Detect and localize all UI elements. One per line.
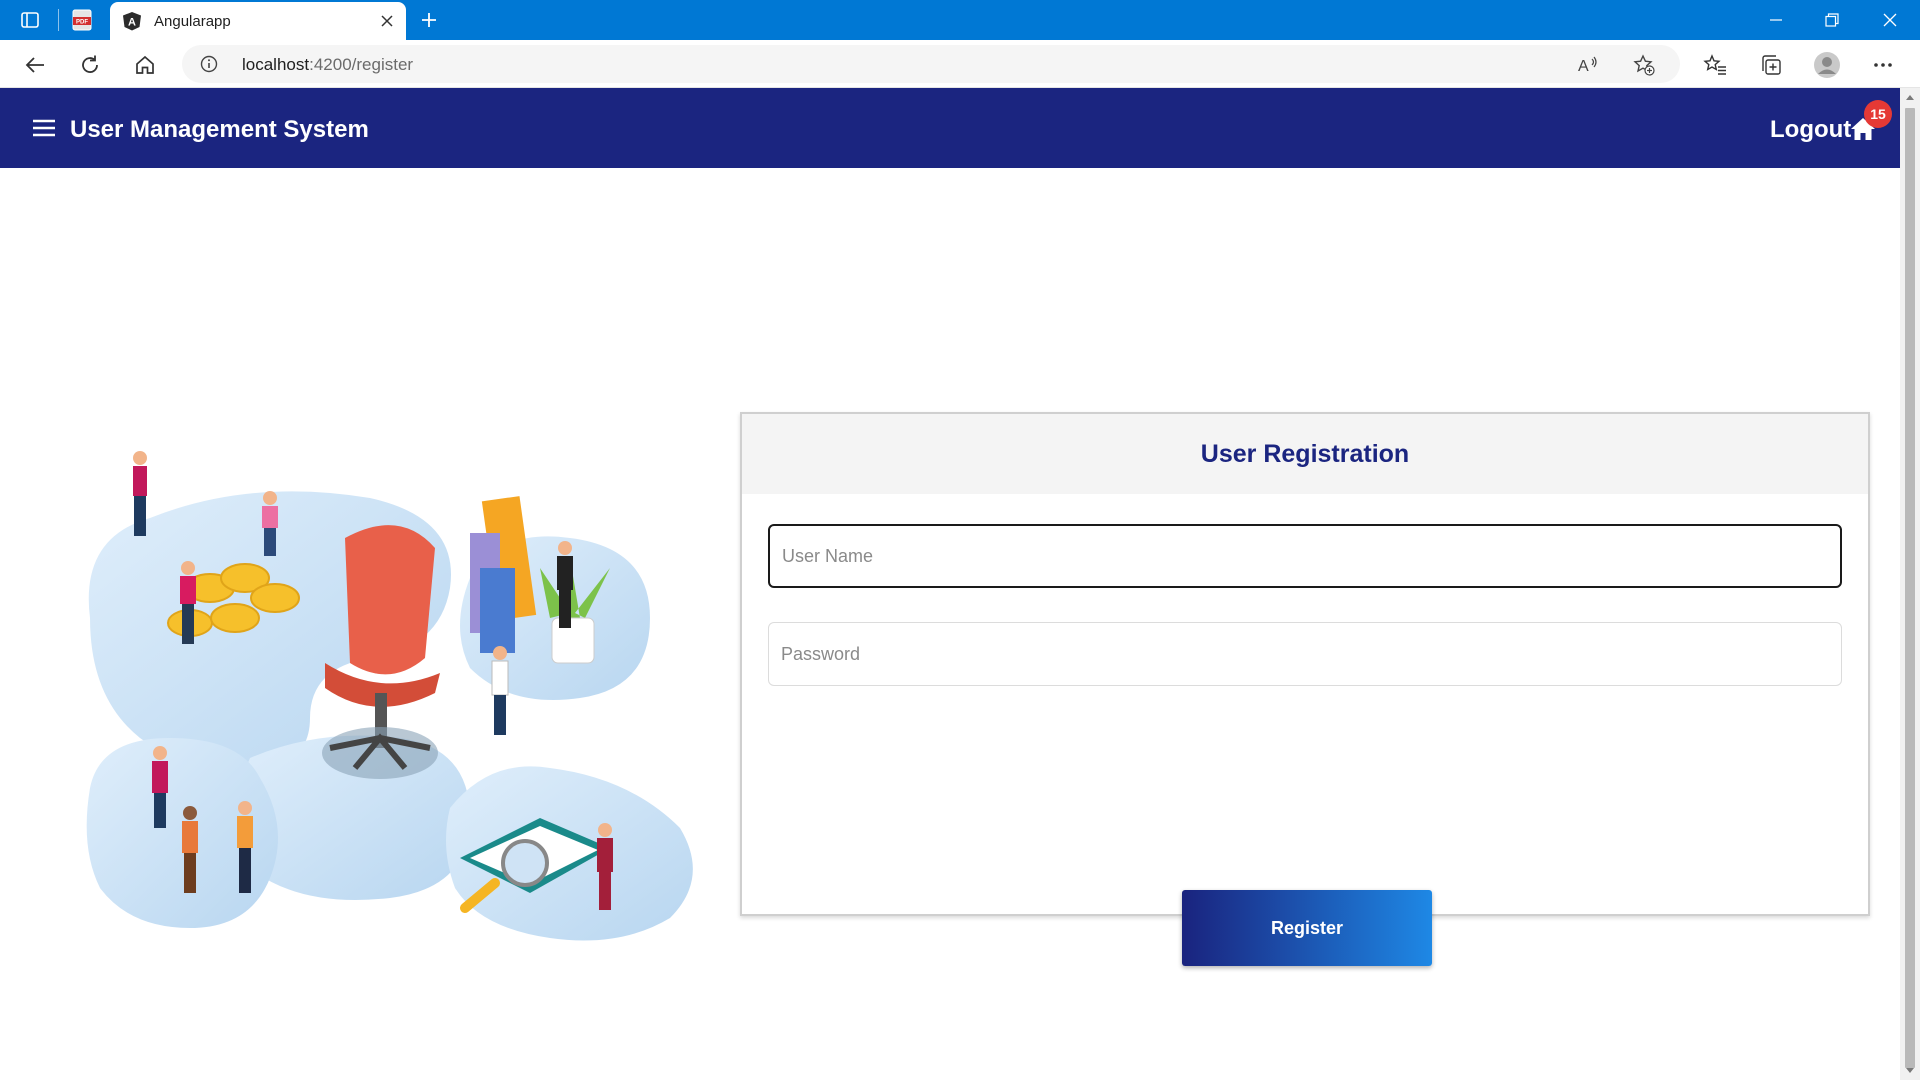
add-favorite-icon[interactable] bbox=[1632, 53, 1656, 77]
svg-text:A: A bbox=[1578, 58, 1589, 75]
page-viewport: User Management System Logout 15 User Re… bbox=[0, 88, 1900, 1080]
tab-separator bbox=[58, 9, 59, 31]
collections-icon[interactable] bbox=[1756, 50, 1786, 80]
registration-card: User Registration Register bbox=[740, 412, 1870, 966]
address-input[interactable]: localhost:4200/register A bbox=[182, 45, 1680, 83]
close-tab-icon[interactable] bbox=[376, 10, 398, 32]
home-icon[interactable] bbox=[130, 50, 160, 80]
card-header: User Registration bbox=[742, 414, 1868, 494]
new-tab-icon[interactable] bbox=[416, 7, 442, 33]
active-tab[interactable]: A Angularapp bbox=[110, 2, 406, 40]
restore-icon[interactable] bbox=[1816, 5, 1848, 35]
scrollbar-thumb[interactable] bbox=[1905, 108, 1915, 1068]
tab-title: Angularapp bbox=[154, 13, 231, 30]
minimize-icon[interactable] bbox=[1760, 5, 1792, 35]
username-input[interactable] bbox=[770, 526, 1840, 586]
app-title: User Management System bbox=[70, 116, 369, 143]
page-scrollbar[interactable] bbox=[1900, 88, 1920, 1080]
scroll-up-icon[interactable] bbox=[1905, 92, 1915, 102]
logout-link[interactable]: Logout bbox=[1770, 116, 1851, 144]
register-button[interactable]: Register bbox=[1182, 890, 1432, 966]
notification-badge: 15 bbox=[1864, 100, 1892, 128]
scroll-down-icon[interactable] bbox=[1905, 1066, 1915, 1076]
browser-address-bar: localhost:4200/register A bbox=[0, 40, 1920, 88]
profile-avatar-icon[interactable] bbox=[1812, 50, 1842, 80]
refresh-icon[interactable] bbox=[75, 50, 105, 80]
url-text: localhost:4200/register bbox=[242, 55, 413, 75]
menu-icon[interactable] bbox=[30, 114, 58, 142]
svg-text:PDF: PDF bbox=[76, 20, 88, 26]
more-options-icon[interactable] bbox=[1868, 50, 1898, 80]
browser-tab-bar: PDF A Angularapp bbox=[0, 0, 1920, 40]
office-illustration bbox=[70, 438, 710, 968]
url-host: localhost bbox=[242, 55, 310, 74]
pdf-tab-icon[interactable]: PDF bbox=[70, 8, 94, 32]
tab-actions-icon[interactable] bbox=[18, 8, 42, 32]
app-toolbar: User Management System Logout 15 bbox=[0, 88, 1900, 168]
site-info-icon[interactable] bbox=[200, 55, 218, 73]
read-aloud-icon[interactable]: A bbox=[1576, 53, 1600, 77]
url-path: :4200/register bbox=[309, 55, 414, 74]
password-input[interactable] bbox=[769, 623, 1841, 685]
close-window-icon[interactable] bbox=[1874, 5, 1906, 35]
username-field bbox=[768, 524, 1842, 588]
back-arrow-icon[interactable] bbox=[20, 50, 50, 80]
favorites-icon[interactable] bbox=[1700, 50, 1730, 80]
card-title: User Registration bbox=[1200, 439, 1410, 468]
password-field bbox=[768, 622, 1842, 686]
svg-text:A: A bbox=[128, 17, 136, 29]
angular-icon: A bbox=[122, 11, 142, 31]
